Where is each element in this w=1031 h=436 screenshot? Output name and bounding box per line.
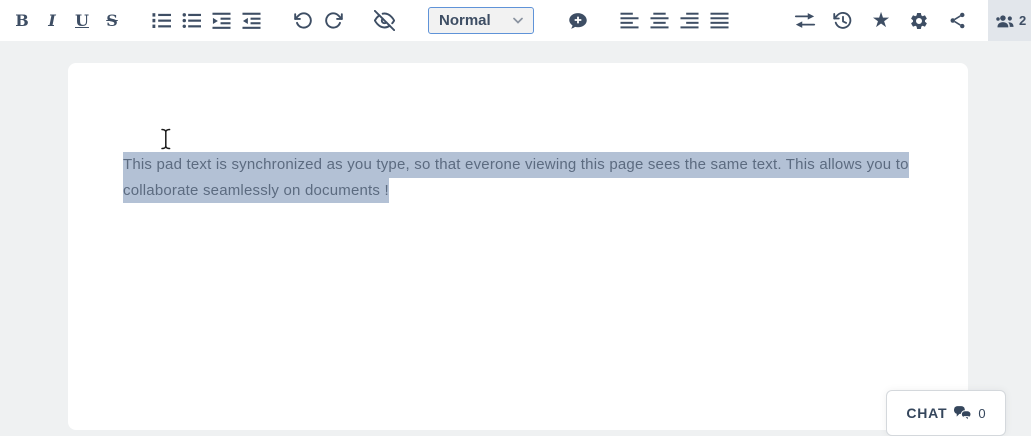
align-group bbox=[614, 0, 734, 41]
chat-label: CHAT bbox=[906, 405, 948, 421]
indent-icon bbox=[211, 12, 231, 29]
pad-history-button[interactable] bbox=[824, 0, 862, 41]
bold-icon: B bbox=[15, 10, 29, 30]
align-left-button[interactable] bbox=[614, 0, 644, 41]
underline-icon: U bbox=[75, 10, 89, 30]
eye-slash-icon bbox=[373, 10, 395, 31]
undo-button[interactable] bbox=[288, 0, 318, 41]
indent-button[interactable] bbox=[206, 0, 236, 41]
import-export-button[interactable] bbox=[786, 0, 824, 41]
hide-authorship-button[interactable] bbox=[369, 0, 399, 41]
editor-page[interactable]: This pad text is synchronized as you typ… bbox=[68, 63, 968, 430]
users-count-label: 2 bbox=[1019, 13, 1027, 28]
paragraph-style-value: Normal bbox=[439, 12, 491, 29]
align-center-icon bbox=[649, 12, 669, 29]
add-comment-button[interactable] bbox=[563, 0, 593, 41]
users-icon bbox=[996, 14, 1014, 27]
align-right-icon bbox=[679, 12, 699, 29]
share-button[interactable] bbox=[938, 0, 976, 41]
chat-bubbles-icon bbox=[954, 405, 972, 422]
chevron-down-icon bbox=[513, 17, 523, 24]
editor-text-line-1: This pad text is synchronized as you typ… bbox=[123, 152, 909, 178]
paragraph-style-dropdown[interactable]: Normal bbox=[428, 7, 534, 34]
underline-button[interactable]: U bbox=[67, 0, 97, 41]
share-icon bbox=[950, 12, 964, 29]
connected-users-button[interactable]: 2 bbox=[988, 0, 1031, 41]
star-icon: ★ bbox=[871, 9, 891, 32]
pad-tools-group: ★ bbox=[786, 0, 976, 41]
align-center-button[interactable] bbox=[644, 0, 674, 41]
align-justify-icon bbox=[709, 12, 729, 29]
ordered-list-button[interactable] bbox=[146, 0, 176, 41]
strikethrough-button[interactable]: S bbox=[97, 0, 127, 41]
comment-group bbox=[563, 0, 593, 41]
italic-button[interactable]: I bbox=[37, 0, 67, 41]
history-group bbox=[288, 0, 348, 41]
ordered-list-icon bbox=[151, 13, 171, 29]
strikethrough-icon: S bbox=[106, 10, 118, 30]
align-justify-button[interactable] bbox=[704, 0, 734, 41]
format-group: B I U S bbox=[7, 0, 127, 41]
authorship-group bbox=[369, 0, 399, 41]
list-group bbox=[146, 0, 266, 41]
editor-content: This pad text is synchronized as you typ… bbox=[68, 63, 968, 203]
time-history-icon bbox=[833, 11, 852, 29]
favorite-button[interactable]: ★ bbox=[862, 0, 900, 41]
align-right-button[interactable] bbox=[674, 0, 704, 41]
comment-plus-icon bbox=[569, 12, 587, 29]
chat-count: 0 bbox=[978, 405, 986, 421]
redo-icon bbox=[324, 12, 343, 29]
italic-icon: I bbox=[48, 10, 56, 30]
redo-button[interactable] bbox=[318, 0, 348, 41]
settings-button[interactable] bbox=[900, 0, 938, 41]
outdent-icon bbox=[241, 12, 261, 29]
toolbar: B I U S Normal ★ 2 bbox=[0, 0, 1031, 41]
bold-button[interactable]: B bbox=[7, 0, 37, 41]
swap-arrows-icon bbox=[794, 13, 816, 28]
align-left-icon bbox=[619, 12, 639, 29]
outdent-button[interactable] bbox=[236, 0, 266, 41]
gear-icon bbox=[911, 12, 927, 29]
undo-icon bbox=[293, 12, 312, 29]
unordered-list-button[interactable] bbox=[176, 0, 206, 41]
unordered-list-icon bbox=[182, 13, 201, 29]
editor-text-line-2: collaborate seamlessly on documents ! bbox=[123, 177, 389, 203]
chat-widget[interactable]: CHAT 0 bbox=[886, 390, 1006, 436]
